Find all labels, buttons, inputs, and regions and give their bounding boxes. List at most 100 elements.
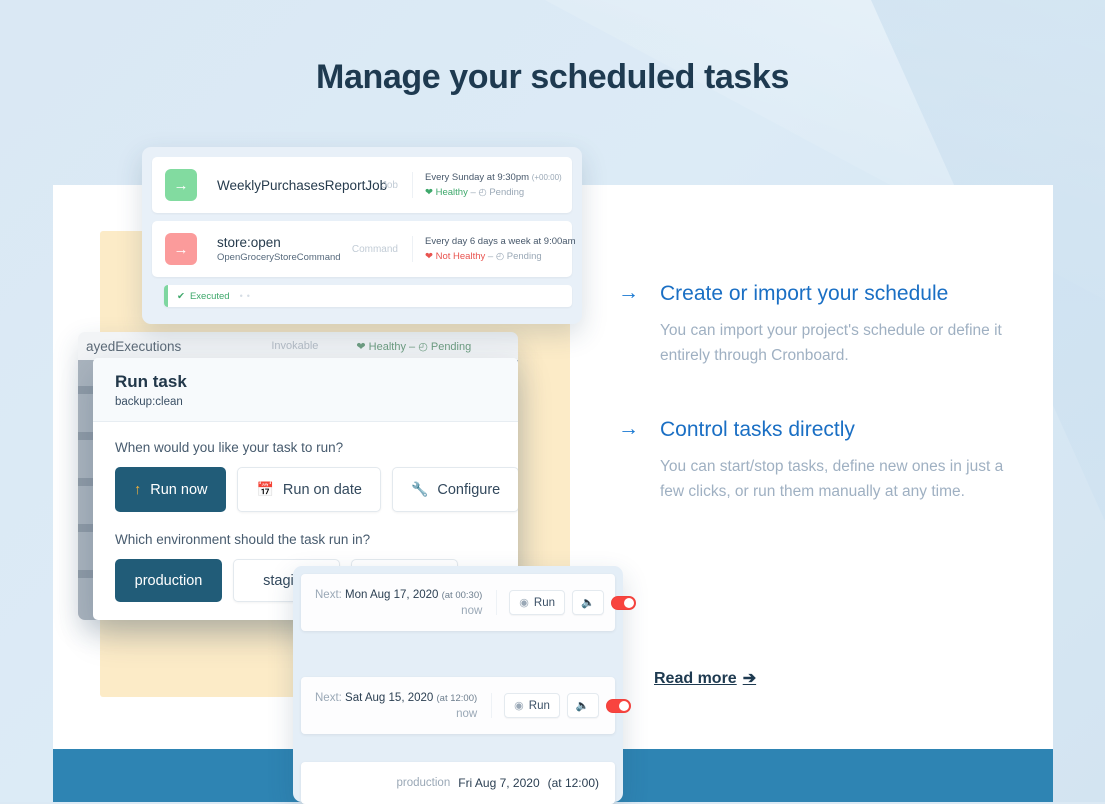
- read-more-link[interactable]: Read more ➔: [654, 668, 756, 688]
- when-options-group: ↑ Run now 📅 Run on date 🔧 Configure: [115, 467, 518, 512]
- next-relative-time: now: [456, 707, 478, 720]
- clock-icon: ◴: [478, 187, 487, 198]
- run-button[interactable]: ◉ Run: [504, 693, 560, 718]
- job-meta: Every day 6 days a week at 9:00am ❤ Not …: [412, 236, 576, 262]
- clock-icon: ◴: [495, 251, 505, 262]
- play-circle-icon: ◉: [514, 700, 524, 712]
- next-run-actions: ◉ Run 🔈: [491, 693, 642, 718]
- list-item: Next: Sat Aug 15, 2020 (at 12:00) now ◉ …: [301, 677, 631, 734]
- next-run-line: Next: Mon Aug 17, 2020 (at 00:30): [315, 589, 482, 601]
- modal-subtitle: backup:clean: [115, 396, 183, 408]
- feature-item-control-tasks: → Control tasks directly You can start/s…: [618, 414, 1018, 504]
- feature-title: Control tasks directly: [660, 418, 855, 441]
- job-health-label: Healthy: [435, 187, 468, 198]
- run-on-date-label: Run on date: [282, 481, 362, 498]
- execution-actions-icon: ••: [239, 291, 254, 301]
- feature-item-create-import: → Create or import your schedule You can…: [618, 278, 1018, 368]
- next-runs-card: Next: Mon Aug 17, 2020 (at 00:30) now ◉ …: [293, 566, 636, 804]
- mute-button[interactable]: 🔈: [566, 693, 599, 718]
- job-type-tag: Job: [381, 179, 398, 191]
- speaker-icon: 🔈: [581, 597, 595, 609]
- job-meta: Every Sunday at 9:30pm (+00:00) ❤ Health…: [412, 172, 572, 198]
- next-label: Next:: [315, 588, 342, 601]
- arrow-right-icon: →: [618, 281, 639, 304]
- heart-icon: ❤: [425, 187, 433, 198]
- next-label: Next:: [315, 691, 342, 704]
- arrow-right-icon: →: [618, 417, 639, 440]
- arrow-right-icon: ➔: [742, 670, 757, 687]
- feature-body: You can import your project's schedule o…: [660, 322, 1002, 364]
- page-title: Manage your scheduled tasks: [316, 58, 789, 96]
- environment-question-label: Which environment should the task run in…: [115, 532, 371, 547]
- arrow-up-icon: ↑: [134, 481, 142, 498]
- next-run-actions: ◉ Run 🔈: [496, 590, 647, 615]
- execution-label: Executed: [189, 290, 230, 302]
- job-status-label: Pending: [506, 251, 542, 262]
- configure-button[interactable]: 🔧 Configure: [391, 467, 518, 512]
- job-subtitle: OpenGroceryStoreCommand: [217, 252, 341, 263]
- dashboard-row-name: ayedExecutions: [86, 338, 182, 354]
- read-more-label: Read more: [654, 670, 737, 687]
- next-run-line: Next: Sat Aug 15, 2020 (at 12:00): [315, 692, 477, 704]
- wrench-icon: 🔧: [410, 481, 429, 497]
- dashboard-row-health: ❤ Healthy – ◴ Pending: [356, 340, 472, 353]
- enable-toggle[interactable]: [610, 595, 636, 610]
- speaker-icon: 🔈: [575, 700, 590, 712]
- modal-header: Run task backup:clean: [93, 358, 518, 422]
- calendar-icon: 📅: [256, 481, 274, 497]
- job-name: store:open: [217, 235, 281, 250]
- next-run-info: Next: Sat Aug 15, 2020 (at 12:00) now: [301, 692, 491, 720]
- execution-row[interactable]: ✔ Executed ••: [164, 285, 572, 307]
- run-button[interactable]: ◉ Run: [509, 590, 565, 615]
- play-circle-icon: ◉: [519, 597, 529, 609]
- job-status-separator: –: [470, 187, 476, 198]
- configure-label: Configure: [437, 481, 501, 498]
- modal-title: Run task: [115, 372, 187, 391]
- feature-title: Create or import your schedule: [660, 282, 949, 305]
- job-info: WeeklyPurchasesReportJob: [197, 178, 387, 193]
- history-date: Fri Aug 7, 2020: [458, 776, 540, 790]
- dashboard-row-header: ayedExecutions Invokable ❤ Healthy – ◴ P…: [78, 332, 518, 360]
- job-schedule: Every day 6 days a week at 9:00am: [425, 236, 576, 247]
- heart-icon: ❤: [425, 251, 433, 262]
- job-schedule-text: Every day 6 days a week at 9:00am: [425, 236, 576, 247]
- list-item: Next: Mon Aug 17, 2020 (at 00:30) now ◉ …: [301, 574, 636, 631]
- dashboard-row-tag: Invokable: [271, 340, 319, 352]
- job-health-label: Not Healthy: [435, 251, 486, 262]
- history-environment: production: [396, 777, 451, 789]
- job-info: store:open OpenGroceryStoreCommand: [197, 235, 352, 263]
- history-time: (at 12:00): [547, 776, 599, 790]
- feature-body: You can start/stop tasks, define new one…: [660, 458, 1004, 500]
- next-date: Sat Aug 15, 2020: [345, 691, 434, 704]
- next-time: (at 00:30): [441, 589, 483, 601]
- mute-button[interactable]: 🔈: [572, 590, 604, 615]
- next-time: (at 12:00): [436, 692, 478, 704]
- next-relative-time: now: [461, 604, 483, 617]
- job-type-tag: Command: [351, 243, 398, 255]
- enable-toggle[interactable]: [605, 698, 631, 713]
- status-badge: ❤ Healthy – ◴ Pending: [425, 187, 562, 198]
- toggle-knob: [623, 597, 634, 608]
- when-question-label: When would you like your task to run?: [115, 440, 344, 455]
- feature-list: → Create or import your schedule You can…: [618, 278, 1018, 550]
- run-now-button[interactable]: ↑ Run now: [115, 467, 227, 512]
- run-on-date-button[interactable]: 📅 Run on date: [237, 467, 381, 512]
- jobs-card: → WeeklyPurchasesReportJob Job Every Sun…: [142, 147, 582, 324]
- check-circle-icon: ✔: [177, 290, 185, 302]
- job-timezone: (+00:00): [531, 173, 562, 182]
- run-label: Run: [533, 596, 555, 609]
- next-run-info: Next: Mon Aug 17, 2020 (at 00:30) now: [301, 589, 496, 617]
- run-label: Run: [528, 699, 550, 712]
- toggle-knob: [618, 700, 629, 711]
- run-now-label: Run now: [150, 481, 208, 498]
- job-status-label: Pending: [489, 187, 525, 198]
- job-schedule-text: Every Sunday at 9:30pm: [425, 172, 530, 183]
- job-schedule: Every Sunday at 9:30pm (+00:00): [425, 172, 562, 183]
- env-button-production[interactable]: production: [115, 559, 222, 602]
- history-row: production Fri Aug 7, 2020 (at 12:00): [301, 762, 615, 804]
- arrow-right-icon: →: [165, 233, 197, 265]
- job-status-separator: –: [487, 251, 494, 262]
- table-row[interactable]: → store:open OpenGroceryStoreCommand Com…: [152, 221, 576, 277]
- arrow-right-icon: →: [165, 169, 197, 201]
- table-row[interactable]: → WeeklyPurchasesReportJob Job Every Sun…: [152, 157, 572, 213]
